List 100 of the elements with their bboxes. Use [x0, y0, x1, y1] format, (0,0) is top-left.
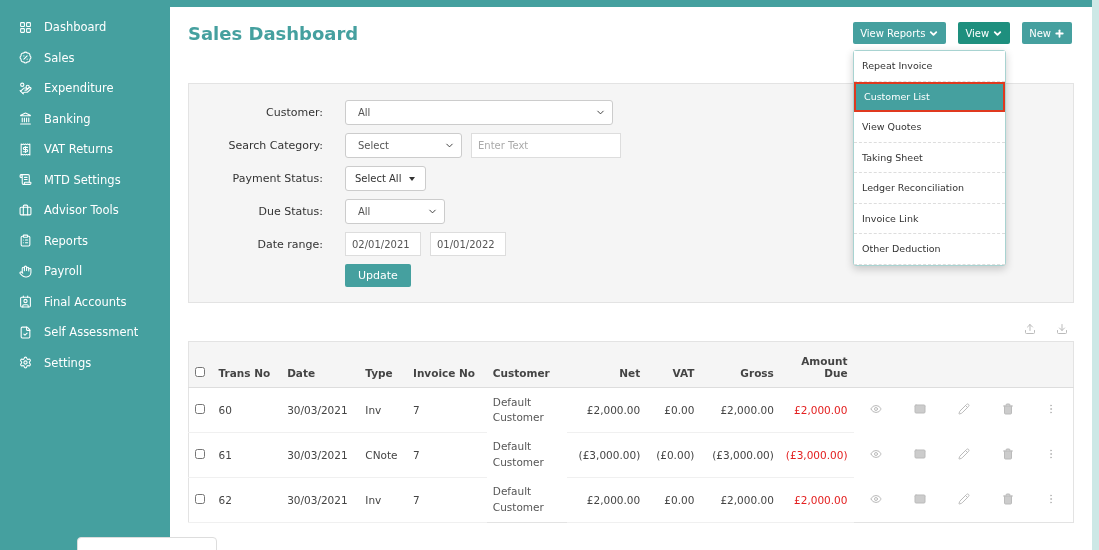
table-cell: (£3,000.00)	[700, 432, 780, 478]
upload-icon[interactable]	[1024, 323, 1036, 335]
table-cell: £2,000.00	[566, 477, 647, 523]
dropdown-button[interactable]: Select All	[345, 166, 426, 191]
column-header: Customer	[486, 341, 567, 388]
view-icon[interactable]	[869, 403, 882, 416]
header-button[interactable]: View Reports	[853, 22, 947, 44]
column-header: Type	[359, 341, 407, 388]
table-cell: 30/03/2021	[281, 432, 360, 478]
table-cell: Default Customer	[486, 387, 567, 433]
table-cell: 61	[212, 432, 282, 478]
sidebar-item[interactable]: Dashboard	[0, 12, 170, 43]
update-button[interactable]: Update	[345, 264, 411, 287]
sidebar-item[interactable]: Self Assessment	[0, 317, 170, 348]
table-cell: £2,000.00	[779, 387, 854, 433]
sidebar-item[interactable]: MTD Settings	[0, 164, 170, 195]
view-icon[interactable]	[869, 448, 882, 460]
table-cell: £0.00	[646, 387, 701, 433]
sidebar-icon	[19, 356, 32, 370]
table-cell: (£0.00)	[646, 432, 701, 478]
sidebar-item[interactable]: Sales	[0, 42, 170, 73]
table-cell: (£3,000.00)	[566, 432, 647, 478]
menu-item[interactable]: Taking Sheet	[854, 142, 1005, 173]
menu-item[interactable]: Repeat Invoice	[854, 51, 1005, 82]
table-cell: 60	[212, 387, 282, 433]
pencil-icon[interactable]	[957, 448, 970, 460]
checkbox[interactable]	[195, 494, 205, 504]
table-cell: 62	[212, 477, 282, 523]
table-cell: 30/03/2021	[281, 477, 360, 523]
table-cell: 7	[407, 387, 487, 433]
sidebar-item[interactable]: Expenditure	[0, 73, 170, 104]
sidebar-icon	[19, 203, 32, 217]
column-header: Date	[281, 341, 360, 388]
sidebar-icon	[19, 234, 32, 248]
table-cell: 30/03/2021	[281, 387, 360, 433]
text-field[interactable]: Enter Text	[471, 133, 621, 158]
trash-icon[interactable]	[1001, 403, 1014, 416]
filter-label: Search Category:	[227, 139, 323, 152]
filter-label: Due Status:	[257, 205, 323, 218]
table-cell: Default Customer	[486, 432, 567, 478]
sidebar-item[interactable]: Advisor Tools	[0, 195, 170, 226]
download-icon[interactable]	[1056, 323, 1068, 335]
sidebar-item[interactable]: Settings	[0, 347, 170, 378]
sidebar-icon	[19, 20, 32, 34]
sidebar-icon	[19, 264, 32, 278]
checkbox[interactable]	[195, 367, 205, 377]
header-button[interactable]: New	[1022, 22, 1072, 44]
date-field[interactable]: 01/01/2022	[430, 232, 506, 256]
column-header: Gross	[700, 341, 780, 388]
table-cell: £2,000.00	[566, 387, 647, 433]
table-cell: £0.00	[646, 477, 701, 523]
filter-label: Payment Status:	[231, 172, 323, 185]
checkbox[interactable]	[195, 449, 205, 459]
checkbox[interactable]	[195, 404, 205, 414]
header-button[interactable]: View	[958, 22, 1011, 44]
table-cell: CNote	[359, 432, 407, 478]
menu-item[interactable]: Customer List	[854, 81, 1005, 112]
sidebar-item[interactable]: VAT Returns	[0, 134, 170, 165]
date-field[interactable]: 02/01/2021	[345, 232, 421, 256]
filter-label: Customer:	[265, 106, 323, 119]
sidebar-item[interactable]: Reports	[0, 225, 170, 256]
table-cell: Inv	[359, 387, 407, 433]
sidebar-icon	[19, 325, 32, 339]
column-header: Invoice No	[407, 341, 487, 388]
menu-item[interactable]: View Quotes	[854, 112, 1005, 143]
table-cell: £2,000.00	[779, 477, 854, 523]
page-title: Sales Dashboard	[188, 22, 359, 44]
sidebar-icon	[19, 81, 32, 95]
caret-icon	[409, 176, 416, 181]
pencil-icon[interactable]	[957, 492, 970, 505]
sidebar-item[interactable]: Payroll	[0, 256, 170, 287]
table-cell: £2,000.00	[700, 387, 780, 433]
trash-icon[interactable]	[1001, 492, 1014, 505]
table-cell: Inv	[359, 477, 407, 523]
sidebar-item[interactable]: Banking	[0, 103, 170, 134]
column-header: VAT	[646, 341, 701, 388]
column-header: Trans No	[212, 341, 282, 388]
table-cell: (£3,000.00)	[779, 432, 854, 478]
trash-icon[interactable]	[1001, 448, 1014, 460]
sidebar-icon	[19, 51, 32, 65]
view-icon[interactable]	[869, 492, 882, 505]
menu-item[interactable]: Invoice Link	[854, 203, 1005, 234]
column-header: Amount Due	[779, 341, 854, 388]
sidebar-icon	[19, 173, 32, 187]
column-header: Net	[566, 341, 647, 388]
sidebar-icon	[19, 112, 32, 126]
pencil-icon[interactable]	[957, 403, 970, 416]
menu-item[interactable]: Other Deduction	[854, 234, 1005, 265]
sidebar-item[interactable]: Final Accounts	[0, 286, 170, 317]
select-field[interactable]: Select	[345, 133, 462, 158]
plus-icon	[1054, 27, 1065, 39]
sidebar-icon	[19, 295, 32, 309]
table-cell: 7	[407, 432, 487, 478]
filter-label: Date range:	[256, 237, 323, 251]
select-field[interactable]: All	[345, 199, 445, 224]
select-field[interactable]: All	[345, 100, 613, 125]
table-cell: £2,000.00	[700, 477, 780, 523]
table-cell: Default Customer	[486, 477, 567, 523]
sidebar-icon	[19, 142, 32, 156]
menu-item[interactable]: Ledger Reconciliation	[854, 173, 1005, 204]
